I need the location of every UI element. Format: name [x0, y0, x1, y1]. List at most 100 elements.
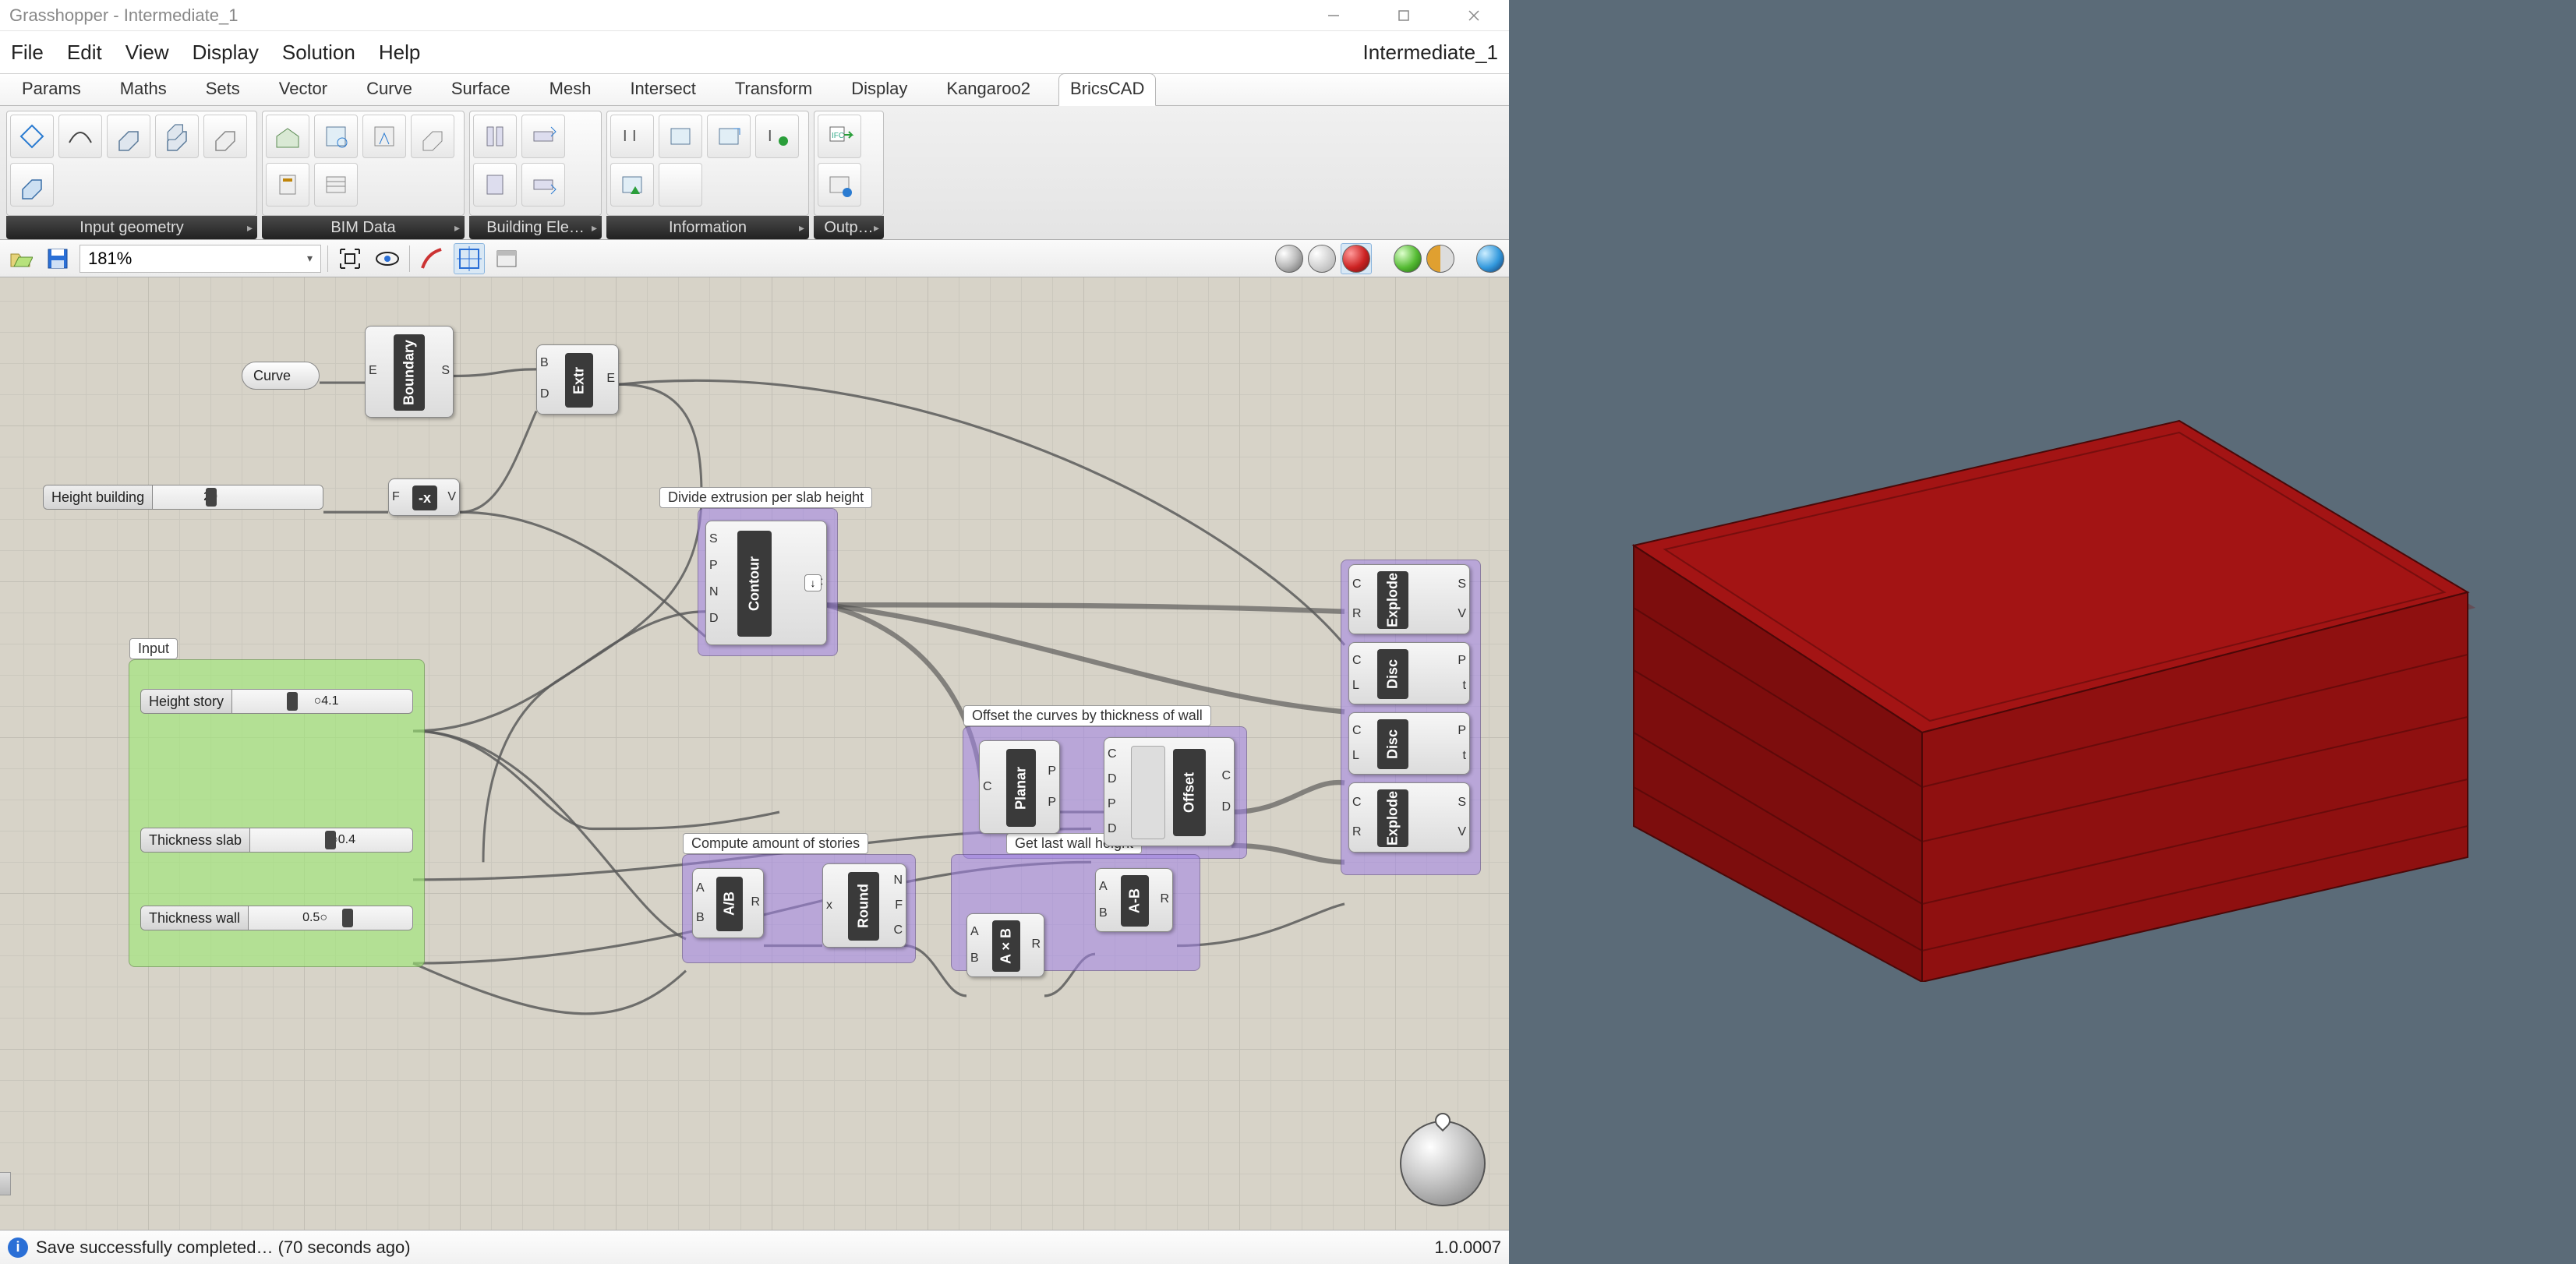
- ribbon-icon[interactable]: [818, 163, 861, 207]
- port: R: [1352, 825, 1362, 839]
- ribbon-icon[interactable]: [659, 163, 702, 207]
- offset-options[interactable]: [1131, 746, 1165, 839]
- tab-sets[interactable]: Sets: [195, 74, 251, 105]
- slider-thickness-wall[interactable]: Thickness wall 0.5 ○: [140, 906, 413, 930]
- node-extr[interactable]: B D Extr E: [536, 344, 619, 415]
- node-divide[interactable]: A B A/B R: [692, 868, 764, 938]
- slider-height-story[interactable]: Height story ○ 4.1: [140, 689, 413, 714]
- ribbon-icon[interactable]: [411, 115, 454, 158]
- ribbon-icon[interactable]: [659, 115, 702, 158]
- param-curve[interactable]: Curve: [242, 362, 320, 390]
- node-offset[interactable]: C D P D Offset C D: [1104, 737, 1235, 846]
- ribbon-icon[interactable]: [521, 163, 565, 207]
- node-negative[interactable]: F -x V: [388, 478, 460, 516]
- ribbon-group-label[interactable]: BIM Data: [262, 216, 465, 239]
- node-contour[interactable]: S P N D Contour C ↓: [705, 521, 827, 645]
- tab-transform[interactable]: Transform: [724, 74, 823, 105]
- save-button[interactable]: [42, 243, 73, 274]
- ribbon-icon[interactable]: [107, 115, 150, 158]
- preview-green-icon[interactable]: [1394, 245, 1422, 273]
- sketch-button[interactable]: [416, 243, 447, 274]
- menu-edit[interactable]: Edit: [67, 41, 102, 65]
- node-multiply[interactable]: A B A×B R: [966, 913, 1044, 977]
- node-planar[interactable]: C Planar P P: [979, 740, 1060, 834]
- display-mode-shaded-icon[interactable]: [1341, 243, 1372, 274]
- ribbon-icon[interactable]: [10, 115, 54, 158]
- preview-split-icon[interactable]: [1426, 245, 1454, 273]
- tab-bricscad[interactable]: BricsCAD: [1058, 73, 1156, 106]
- open-button[interactable]: [5, 243, 36, 274]
- node-subtract[interactable]: A B A-B R: [1095, 868, 1173, 932]
- menu-help[interactable]: Help: [379, 41, 420, 65]
- ribbon-icon[interactable]: II: [610, 115, 654, 158]
- ribbon-icon[interactable]: [58, 115, 102, 158]
- ribbon-icon[interactable]: [10, 163, 54, 207]
- slider-height-building[interactable]: Height building 20: [43, 485, 323, 510]
- node-disc-2[interactable]: C L Disc P t: [1348, 712, 1470, 775]
- ribbon-icon[interactable]: IFC: [818, 115, 861, 158]
- ribbon-icon[interactable]: [473, 115, 517, 158]
- node-explode-1[interactable]: C R Explode S V: [1348, 564, 1470, 634]
- port: D: [1108, 822, 1117, 836]
- slider-thickness-slab[interactable]: Thickness slab ○ 0.4: [140, 828, 413, 853]
- maximize-button[interactable]: [1369, 0, 1439, 31]
- tab-kangaroo2[interactable]: Kangaroo2: [935, 74, 1041, 105]
- ribbon-group-label[interactable]: Input geometry: [6, 216, 257, 239]
- ribbon-icon[interactable]: [155, 115, 199, 158]
- preview-blue-icon[interactable]: [1476, 245, 1504, 273]
- port: F: [392, 490, 400, 504]
- close-button[interactable]: [1439, 0, 1509, 31]
- zoom-value: 181%: [88, 249, 132, 269]
- menu-view[interactable]: View: [125, 41, 169, 65]
- node-explode-2[interactable]: C R Explode S V: [1348, 782, 1470, 853]
- tab-intersect[interactable]: Intersect: [619, 74, 706, 105]
- flatten-icon[interactable]: ↓: [804, 574, 822, 591]
- ribbon-icon[interactable]: [203, 115, 247, 158]
- port: P: [709, 559, 718, 573]
- ribbon-icon[interactable]: [521, 115, 565, 158]
- tab-maths[interactable]: Maths: [109, 74, 178, 105]
- panel-button[interactable]: [491, 243, 522, 274]
- zoom-extents-button[interactable]: [334, 243, 366, 274]
- ribbon-group-label[interactable]: Building Ele…: [469, 216, 602, 239]
- ribbon-icon[interactable]: [362, 115, 406, 158]
- ribbon-icon[interactable]: [707, 115, 751, 158]
- ribbon-icon[interactable]: [610, 163, 654, 207]
- ribbon-group-label[interactable]: Information: [606, 216, 809, 239]
- node-label: Disc: [1385, 729, 1401, 759]
- tab-curve[interactable]: Curve: [355, 74, 423, 105]
- port: C: [1352, 724, 1362, 738]
- ribbon-icon[interactable]: [266, 163, 309, 207]
- display-mode-grey-icon[interactable]: [1275, 245, 1303, 273]
- document-name: Intermediate_1: [1363, 41, 1498, 65]
- ribbon-icon[interactable]: [314, 115, 358, 158]
- tab-mesh[interactable]: Mesh: [539, 74, 602, 105]
- tab-params[interactable]: Params: [11, 74, 92, 105]
- zoom-combobox[interactable]: 181% ▾: [80, 245, 321, 273]
- ribbon-icon[interactable]: [473, 163, 517, 207]
- info-icon: i: [8, 1238, 28, 1258]
- canvas-toolbar: 181% ▾: [0, 240, 1509, 277]
- ribbon-group-label[interactable]: Outp…: [814, 216, 884, 239]
- ribbon-icon[interactable]: [314, 163, 358, 207]
- menu-solution[interactable]: Solution: [282, 41, 355, 65]
- menu-display[interactable]: Display: [193, 41, 259, 65]
- minimize-button[interactable]: [1299, 0, 1369, 31]
- resize-grip[interactable]: [0, 1172, 11, 1195]
- canvas-compass[interactable]: [1400, 1121, 1486, 1206]
- ribbon-icon[interactable]: [266, 115, 309, 158]
- tab-vector[interactable]: Vector: [268, 74, 338, 105]
- ribbon-icon[interactable]: I: [755, 115, 799, 158]
- display-mode-wire-icon[interactable]: [1308, 245, 1336, 273]
- node-disc-1[interactable]: C L Disc P t: [1348, 642, 1470, 704]
- menu-file[interactable]: File: [11, 41, 44, 65]
- tab-surface[interactable]: Surface: [440, 74, 521, 105]
- node-boundary[interactable]: E Boundary S: [365, 326, 454, 418]
- bricscad-viewport[interactable]: [1509, 0, 2576, 1264]
- view-button[interactable]: [372, 243, 403, 274]
- grid-snap-button[interactable]: [454, 243, 485, 274]
- node-round[interactable]: x Round N F C: [822, 863, 906, 948]
- tab-display[interactable]: Display: [840, 74, 918, 105]
- canvas[interactable]: Input Divide extrusion per slab height O…: [0, 277, 1509, 1230]
- port: E: [606, 372, 615, 386]
